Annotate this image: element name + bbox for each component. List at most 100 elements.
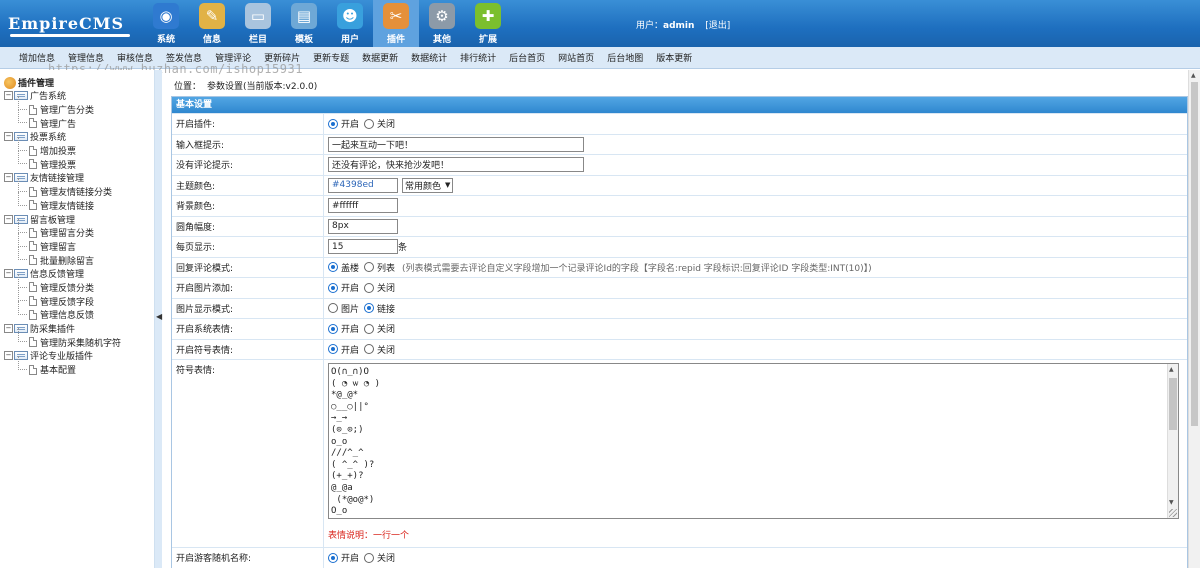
tree-item[interactable]: 管理留言分类 [4,219,154,240]
submenu-item[interactable]: 后台地图 [607,51,643,64]
tree-item[interactable]: 管理投票 [4,150,154,171]
theme-color-field[interactable]: #4398ed [328,177,398,193]
guest-name-option-2[interactable]: 关闭 [364,551,395,564]
guest-name-option-1[interactable]: 开启 [328,551,359,564]
nav-item-6[interactable]: ⚙ 其他 [419,0,465,47]
nav-item-2[interactable]: ▭ 栏目 [235,0,281,47]
collapse-icon[interactable]: − [4,214,13,224]
scroll-up-icon[interactable]: ▲ [1191,72,1196,79]
tree-item-label: 管理留言分类 [40,229,95,240]
symbol-emote-option-2[interactable]: 关闭 [364,343,395,356]
tree-item[interactable]: 管理广告 [4,109,154,130]
radio-icon[interactable] [364,323,375,334]
tree-group[interactable]: − 投票系统 [4,130,154,144]
radio-icon[interactable] [328,262,338,273]
symbol-emote-option-1[interactable]: 开启 [328,343,359,356]
enable-plugin-option-2[interactable]: 关闭 [364,117,395,130]
radio-icon[interactable] [364,262,375,273]
emote-note: 表情说明：一行一个 [328,531,410,541]
sidebar-title: 插件管理 [4,76,54,89]
radio-icon[interactable] [364,303,375,314]
submenu-item[interactable]: 后台首页 [509,51,545,64]
tree-item[interactable]: 管理广告分类 [4,95,154,117]
tree-item[interactable]: 批量删除留言 [4,246,154,267]
system-emote-option-2[interactable]: 关闭 [364,322,395,335]
page-scrollbar[interactable]: ▲ [1188,70,1200,568]
radio-icon[interactable] [328,303,338,314]
submenu-item[interactable]: 数据统计 [411,51,447,64]
common-color-select[interactable]: 常用颜色 ▼ [402,177,454,193]
tree-item[interactable]: 管理信息反馈 [4,301,154,322]
image-add-option-2[interactable]: 关闭 [364,281,395,294]
field-label: 圆角幅度: [172,216,324,236]
collapse-arrow-icon[interactable]: ◀ [156,312,162,321]
collapse-icon[interactable]: − [4,132,13,142]
image-mode-option-1[interactable]: 图片 [328,302,359,315]
tree-item[interactable]: 管理反馈字段 [4,287,154,308]
textarea-scrollbar[interactable]: ▲ ▼ [1167,364,1178,518]
input-hint-field[interactable]: 一起来互动一下吧！ [328,136,584,152]
submenu-item[interactable]: 更新专题 [313,51,349,64]
collapse-icon[interactable]: − [4,91,13,101]
tree-group[interactable]: − 防采集插件 [4,322,154,336]
logout-link[interactable]: [退出] [705,21,730,31]
enable-plugin-option-1[interactable]: 开启 [328,117,359,130]
page-scroll-thumb[interactable] [1191,82,1198,426]
nav-item-1[interactable]: ✎ 信息 [189,0,235,47]
scroll-up-icon[interactable]: ▲ [1169,366,1174,373]
tree-item[interactable]: 管理反馈分类 [4,273,154,295]
scroll-thumb[interactable] [1169,378,1177,430]
radio-icon[interactable] [364,344,375,355]
tree-item-label: 基本配置 [40,366,77,377]
collapse-icon[interactable]: − [4,173,13,183]
radio-icon[interactable] [364,282,375,293]
tree-group[interactable]: − 广告系统 [4,89,154,103]
radio-icon[interactable] [328,282,338,293]
tree-item[interactable]: 管理友情链接分类 [4,177,154,199]
tree-item[interactable]: 管理防采集随机字符 [4,328,154,349]
image-add-option-1[interactable]: 开启 [328,281,359,294]
nav-item-4[interactable]: ☻ 用户 [327,0,373,47]
reply-mode-option-2[interactable]: 列表 [364,261,395,274]
radio-icon[interactable] [328,344,338,355]
system-emote-option-1[interactable]: 开启 [328,322,359,335]
radio-icon[interactable] [328,552,338,563]
radio-icon[interactable] [364,118,375,129]
tree-item[interactable]: 管理友情链接 [4,191,154,213]
tree-item[interactable]: 管理留言 [4,232,154,254]
nav-item-7[interactable]: ✚ 扩展 [465,0,511,47]
tree-item[interactable]: 增加投票 [4,136,154,158]
radio-icon[interactable] [328,118,338,129]
tree-group[interactable]: − 留言板管理 [4,212,154,226]
tree-item[interactable]: 基本配置 [4,355,154,377]
submenu-item[interactable]: 排行统计 [460,51,496,64]
submenu-item[interactable]: 网站首页 [558,51,594,64]
submenu-item[interactable]: 版本更新 [656,51,692,64]
submenu-item[interactable]: 数据更新 [362,51,398,64]
sidebar-splitter[interactable]: ◀ [155,70,162,568]
radius-field[interactable]: 8px [328,218,398,234]
tree-item-label: 增加投票 [40,147,77,158]
symbol-emote-textarea[interactable]: O(∩_∩)O ( ◔ ѡ ◔ ) *@_@* ○__○||° →_→ (⊙_⊙… [328,363,1179,519]
tree-group[interactable]: − 评论专业版插件 [4,349,154,363]
page-icon [29,159,37,170]
radio-icon[interactable] [328,323,338,334]
tree-group-label: 防采集插件 [30,325,76,336]
tree-group[interactable]: − 信息反馈管理 [4,267,154,281]
collapse-icon[interactable]: − [4,269,13,279]
tree-group[interactable]: − 友情链接管理 [4,171,154,185]
reply-mode-option-1[interactable]: 盖楼 [328,261,359,274]
collapse-icon[interactable]: − [4,324,13,334]
resize-grip-icon[interactable] [1169,509,1177,517]
image-mode-option-2[interactable]: 链接 [364,302,395,315]
scroll-down-icon[interactable]: ▼ [1169,499,1174,506]
bg-color-field[interactable]: #ffffff [328,198,398,214]
nav-item-0[interactable]: ◉ 系统 [143,0,189,47]
radio-icon[interactable] [364,552,375,563]
tree-group-label: 信息反馈管理 [30,270,85,281]
per-page-field[interactable]: 15 [328,239,398,255]
collapse-icon[interactable]: − [4,351,13,361]
no-comment-hint-field[interactable]: 还没有评论，快来抢沙发吧！ [328,157,584,173]
nav-item-5[interactable]: ✂ 插件 [373,0,419,47]
nav-item-3[interactable]: ▤ 模板 [281,0,327,47]
